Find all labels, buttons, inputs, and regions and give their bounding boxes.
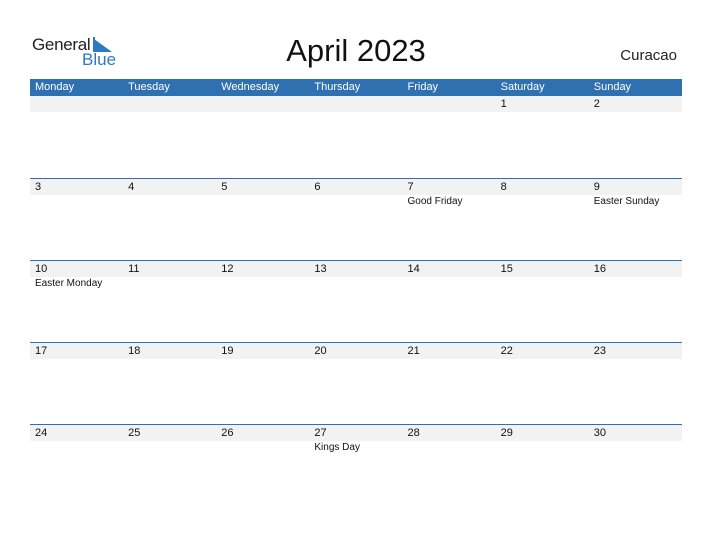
day-number: 22 xyxy=(500,345,513,357)
week-row: 12 xyxy=(30,96,682,178)
day-number: 23 xyxy=(593,345,606,357)
holiday-label xyxy=(123,195,216,208)
weekday-tuesday: Tuesday xyxy=(128,81,170,93)
date-strip: 10 11 12 13 14 15 16 xyxy=(30,261,682,277)
day-number: 13 xyxy=(314,263,327,275)
weekday-header: Monday Tuesday Wednesday Thursday Friday… xyxy=(30,79,682,96)
day-number: 1 xyxy=(500,98,507,110)
day-number xyxy=(123,96,216,112)
holiday-label xyxy=(309,277,402,290)
holiday-label xyxy=(216,195,309,208)
week-row: 10 11 12 13 14 15 16 Easter Monday xyxy=(30,260,682,342)
holiday-label xyxy=(589,441,682,454)
day-number xyxy=(309,96,402,112)
holiday-label xyxy=(496,441,589,454)
day-number: 8 xyxy=(500,181,507,193)
calendar-title: April 2023 xyxy=(286,33,426,68)
holiday-label xyxy=(216,277,309,290)
day-number: 4 xyxy=(128,181,135,193)
week-row: 24 25 26 27 28 29 30 Kings Day xyxy=(30,424,682,506)
holiday-label: Good Friday xyxy=(407,196,463,207)
day-number: 27 xyxy=(314,427,327,439)
day-number: 2 xyxy=(593,98,600,110)
day-number xyxy=(403,96,496,112)
holiday-label xyxy=(403,441,496,454)
date-strip: 3 4 5 6 7 8 9 xyxy=(30,179,682,195)
weekday-saturday: Saturday xyxy=(500,81,545,93)
holiday-label xyxy=(123,441,216,454)
holiday-label xyxy=(30,441,123,454)
day-number: 30 xyxy=(593,427,606,439)
week-row: 17 18 19 20 21 22 23 xyxy=(30,342,682,424)
holiday-label xyxy=(496,277,589,290)
holiday-label xyxy=(309,195,402,208)
holiday-label: Easter Monday xyxy=(35,278,103,289)
holiday-label xyxy=(496,195,589,208)
day-number xyxy=(216,96,309,112)
date-strip: 24 25 26 27 28 29 30 xyxy=(30,425,682,441)
day-number: 20 xyxy=(314,345,327,357)
day-number: 6 xyxy=(314,181,321,193)
day-number: 29 xyxy=(500,427,513,439)
date-strip: 12 xyxy=(30,96,682,112)
country-label: Curacao xyxy=(620,47,677,64)
day-number: 26 xyxy=(221,427,234,439)
holiday-label xyxy=(216,441,309,454)
day-number: 9 xyxy=(593,181,600,193)
day-number: 21 xyxy=(407,345,420,357)
week-row: 3 4 5 6 7 8 9 Good Friday Easter Sunday xyxy=(30,178,682,260)
weekday-monday: Monday xyxy=(35,81,75,93)
holiday-label xyxy=(123,277,216,290)
day-number: 11 xyxy=(128,263,140,275)
date-strip: 17 18 19 20 21 22 23 xyxy=(30,343,682,359)
events-row: Kings Day xyxy=(30,441,682,454)
day-number: 15 xyxy=(500,263,513,275)
day-number: 24 xyxy=(35,427,48,439)
day-number: 16 xyxy=(593,263,606,275)
events-row: Good Friday Easter Sunday xyxy=(30,195,682,208)
holiday-label xyxy=(403,277,496,290)
day-number xyxy=(30,96,123,112)
day-number: 25 xyxy=(128,427,141,439)
weekday-thursday: Thursday xyxy=(314,81,361,93)
day-number: 10 xyxy=(35,263,48,275)
holiday-label: Kings Day xyxy=(314,442,360,453)
weekday-wednesday: Wednesday xyxy=(221,81,280,93)
day-number: 18 xyxy=(128,345,141,357)
day-number: 28 xyxy=(407,427,420,439)
day-number: 17 xyxy=(35,345,48,357)
holiday-label xyxy=(589,277,682,290)
day-number: 12 xyxy=(221,263,234,275)
day-number: 14 xyxy=(407,263,420,275)
day-number: 5 xyxy=(221,181,228,193)
holiday-label: Easter Sunday xyxy=(593,196,660,207)
weekday-sunday: Sunday xyxy=(593,81,632,93)
day-number: 19 xyxy=(221,345,234,357)
day-number: 3 xyxy=(35,181,42,193)
day-number: 7 xyxy=(407,181,414,193)
events-row: Easter Monday xyxy=(30,277,682,290)
calendar-grid: Monday Tuesday Wednesday Thursday Friday… xyxy=(30,79,682,506)
holiday-label xyxy=(30,195,123,208)
weekday-friday: Friday xyxy=(407,81,439,93)
